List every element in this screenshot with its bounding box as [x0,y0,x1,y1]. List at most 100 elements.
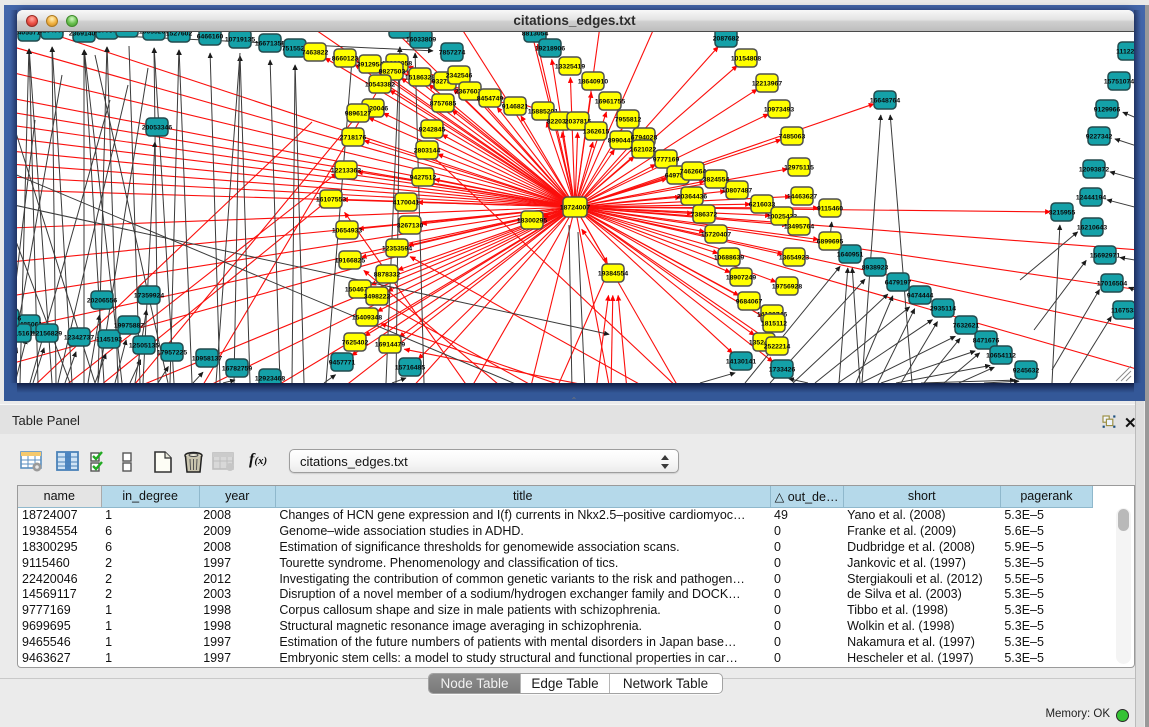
svg-text:15186328: 15186328 [405,74,435,81]
svg-text:7386372: 7386372 [691,211,718,218]
svg-text:8757685: 8757685 [430,100,457,107]
svg-text:2522214: 2522214 [764,343,791,350]
svg-text:1362615: 1362615 [583,128,610,135]
svg-text:16210643: 16210643 [1077,224,1107,231]
svg-text:18724007: 18724007 [560,204,590,211]
svg-text:10958137: 10958137 [192,355,222,362]
svg-text:4170041: 4170041 [393,199,420,206]
svg-text:9227342: 9227342 [1086,133,1113,140]
svg-text:9242845: 9242845 [419,126,446,133]
svg-text:18300295: 18300295 [517,217,547,224]
svg-text:10653267: 10653267 [139,32,169,35]
svg-text:9474444: 9474444 [907,292,934,299]
svg-text:1621022: 1621022 [630,146,657,153]
svg-text:6899695: 6899695 [817,238,844,245]
svg-text:9146821: 9146821 [502,103,529,110]
svg-text:18907249: 18907249 [726,274,756,281]
svg-text:12213363: 12213363 [331,167,361,174]
svg-text:9162056: 9162056 [17,315,21,322]
svg-text:8471676: 8471676 [973,337,1000,344]
svg-text:8878332: 8878332 [374,271,401,278]
svg-text:7632621: 7632621 [953,322,980,329]
svg-text:16648764: 16648764 [870,97,900,104]
svg-text:19218906: 19218906 [535,45,565,52]
svg-text:20053346: 20053346 [142,124,172,131]
svg-text:20206556: 20206556 [87,297,117,304]
svg-text:1145193: 1145193 [96,336,122,343]
svg-text:6479197: 6479197 [885,279,912,286]
svg-text:3215955: 3215955 [1049,209,1076,216]
svg-text:18640910: 18640910 [578,78,608,85]
svg-text:3267130: 3267130 [397,222,424,229]
svg-text:19756928: 19756928 [772,283,802,290]
svg-text:12093872: 12093872 [1079,166,1109,173]
svg-text:2342546: 2342546 [446,72,473,79]
svg-text:13495764: 13495764 [784,223,814,230]
svg-text:9896127: 9896127 [345,110,372,117]
svg-text:10807487: 10807487 [722,187,752,194]
svg-text:2935114: 2935114 [930,305,956,312]
svg-text:20364436: 20364436 [677,193,707,200]
svg-text:9457771: 9457771 [329,359,356,366]
svg-text:2087682: 2087682 [713,35,740,42]
svg-text:2718176: 2718176 [340,134,367,141]
svg-text:9777169: 9777169 [653,156,680,163]
svg-text:17016504: 17016504 [1097,280,1127,287]
svg-text:8660123: 8660123 [332,55,359,62]
svg-text:3824554: 3824554 [703,176,730,183]
svg-text:14463627: 14463627 [787,193,817,200]
svg-text:6216033: 6216033 [749,201,776,208]
svg-text:3912954: 3912954 [357,61,384,68]
svg-text:3498222: 3498222 [364,293,391,300]
svg-text:10973493: 10973493 [764,106,794,113]
svg-text:2803144: 2803144 [414,147,441,154]
svg-text:12923468: 12923468 [255,375,285,382]
svg-text:16961755: 16961755 [595,98,625,105]
svg-text:12975115: 12975115 [784,164,814,171]
svg-text:17359924: 17359924 [134,292,164,299]
svg-text:1527602: 1527602 [166,32,193,37]
svg-text:7463822: 7463822 [302,49,329,56]
svg-text:1167533: 1167533 [1111,307,1134,314]
svg-text:7625402: 7625402 [342,339,369,346]
svg-text:19166825: 19166825 [335,257,365,264]
svg-text:19975887: 19975887 [114,322,144,329]
svg-text:12444194: 12444194 [1076,194,1106,201]
svg-text:9129966: 9129966 [1094,106,1121,113]
svg-text:15720407: 15720407 [701,231,731,238]
svg-text:7485063: 7485063 [779,133,806,140]
svg-text:12505135: 12505135 [129,342,159,349]
svg-text:16914479: 16914479 [375,341,405,348]
svg-text:9427512: 9427512 [410,174,437,181]
svg-text:13654923: 13654923 [779,254,809,261]
svg-text:19384554: 19384554 [598,270,628,277]
svg-text:9115460: 9115460 [817,205,843,212]
svg-text:7955812: 7955812 [615,116,642,123]
svg-text:1640951: 1640951 [837,251,864,258]
svg-text:16671355: 16671355 [255,40,285,47]
svg-text:10154808: 10154808 [731,55,761,62]
svg-text:1815112: 1815112 [761,320,787,327]
svg-text:10654933: 10654933 [332,227,362,234]
svg-text:15409348: 15409348 [352,314,382,321]
svg-text:17957225: 17957225 [157,349,187,356]
svg-text:16782759: 16782759 [222,365,252,372]
svg-text:10719135: 10719135 [225,36,255,43]
svg-text:12353594: 12353594 [382,245,412,252]
svg-text:16033809: 16033809 [406,36,436,43]
svg-text:14130141: 14130141 [726,358,756,365]
svg-text:10688639: 10688639 [714,254,744,261]
svg-text:8813054: 8813054 [522,32,549,37]
svg-text:12156829: 12156829 [32,330,62,337]
svg-text:8938923: 8938923 [862,264,889,271]
svg-text:2164907: 2164907 [39,32,66,34]
svg-text:7462664: 7462664 [680,168,707,175]
svg-text:12213967: 12213967 [752,80,782,87]
svg-text:13325419: 13325419 [555,63,585,70]
svg-text:1112203: 1112203 [1116,48,1134,55]
svg-text:15692971: 15692971 [1090,252,1120,259]
svg-text:8454749: 8454749 [477,95,504,102]
svg-text:16107553: 16107553 [316,196,346,203]
svg-text:9245632: 9245632 [1013,367,1040,374]
svg-text:10654112: 10654112 [986,352,1016,359]
